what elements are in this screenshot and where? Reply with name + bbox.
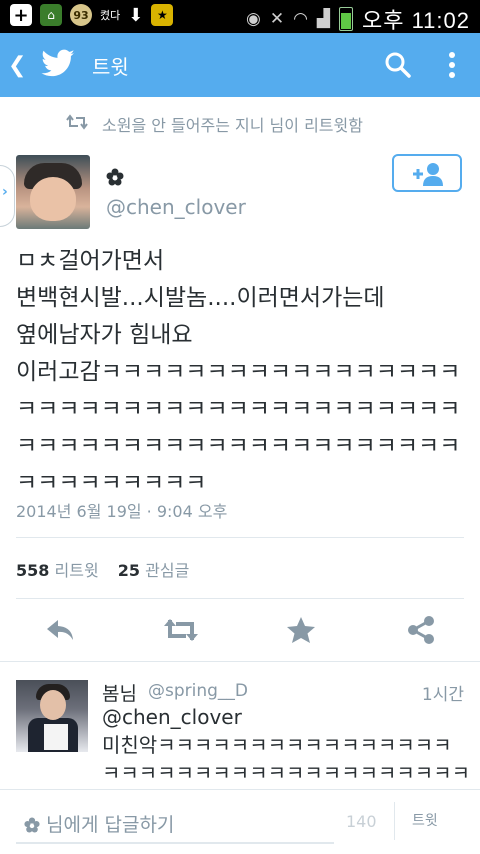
reply-compose-bar: 140 트윗 (0, 789, 480, 854)
retweet-count[interactable]: 558 (16, 561, 49, 580)
like-count-label[interactable]: 관심글 (145, 561, 189, 580)
reply-author-handle[interactable]: @spring__D (148, 681, 248, 701)
clock: 오후 11:02 (361, 8, 470, 33)
star-icon[interactable] (285, 616, 317, 644)
tweet-line: 옆에남자가 힘내요 (16, 322, 193, 348)
add-icon: + (10, 4, 32, 26)
status-text: 켰다 (100, 9, 121, 22)
tweet-line: ㅋㅋㅋㅋㅋㅋㅋㅋㅋㅋㅋㅋㅋㅋㅋㅋㅋㅋㅋㅋㅋ (16, 396, 461, 422)
tweet-line: ㅁㅊ걸어가면서 (16, 248, 165, 274)
app-bar-title: 트윗 (92, 55, 129, 79)
side-panel-tab[interactable]: › (0, 165, 15, 227)
retweet-count-label[interactable]: 리트윗 (55, 561, 99, 580)
avatar-paper (44, 724, 68, 750)
input-underline (16, 842, 334, 844)
tweet-stats: 558 리트윗 25 관심글 (16, 557, 189, 581)
app-icon: ★ (151, 4, 174, 26)
divider (394, 802, 395, 840)
follow-icon (413, 163, 443, 186)
divider (0, 661, 480, 662)
like-count[interactable]: 25 (118, 561, 140, 580)
reply-line: @chen_clover (102, 705, 242, 729)
notification-badge: 93 (70, 4, 92, 26)
retweet-icon (66, 114, 88, 130)
author-handle[interactable]: @chen_clover (106, 195, 246, 219)
search-icon[interactable] (384, 51, 412, 79)
tweet-timestamp: 2014년 6월 19일 · 9:04 오후 (16, 502, 228, 521)
app-bar: ❮ 트윗 (0, 33, 480, 97)
retweet-action-icon[interactable] (162, 616, 200, 644)
divider (16, 598, 464, 599)
flower-icon (24, 817, 40, 833)
reply-icon[interactable] (44, 616, 76, 644)
tweet-line: ㅋㅋㅋㅋㅋㅋㅋㅋㅋㅋㅋㅋㅋㅋㅋㅋㅋㅋㅋㅋㅋ (16, 433, 461, 459)
eye-icon: ◉ (245, 9, 261, 29)
back-icon[interactable]: ❮ (8, 53, 26, 78)
twitter-bird-icon[interactable] (40, 46, 76, 82)
reply-text: @chen_clover 미친악ㅋㅋㅋㅋㅋㅋㅋㅋㅋㅋㅋㅋㅋㅋㅋㅋ ㅋㅋㅋㅋㅋㅋㅋ… (102, 703, 472, 787)
download-icon: ⬇ (128, 4, 144, 26)
tweet-text: ㅁㅊ걸어가면서 변백현시발...시발놈....이러면서가는데 옆에남자가 힘내요… (16, 243, 468, 502)
follow-button[interactable] (392, 154, 462, 192)
reply-time: 1시간 (421, 685, 464, 705)
reply-avatar[interactable] (16, 680, 88, 752)
tweet-actions (0, 608, 480, 652)
battery-icon (338, 7, 353, 31)
flower-icon (106, 168, 124, 186)
reply-author-name[interactable]: 봄님 (102, 679, 137, 706)
wifi-icon: ◠ (293, 9, 308, 29)
more-icon[interactable] (448, 51, 456, 79)
avatar[interactable] (16, 155, 90, 229)
signal-icon: ▟ (316, 9, 330, 29)
reply-line: 미친악ㅋㅋㅋㅋㅋㅋㅋㅋㅋㅋㅋㅋㅋㅋㅋㅋ (102, 733, 452, 757)
avatar-face (30, 177, 76, 221)
character-count: 140 (346, 812, 377, 831)
status-left: + ⌂ 93 켰다 ⬇ ★ (10, 4, 174, 26)
tweet-line: ㅋㅋㅋㅋㅋㅋㅋㅋㅋ (16, 470, 207, 496)
reply-line: ㅋㅋㅋㅋㅋㅋㅋㅋㅋㅋㅋㅋㅋㅋㅋㅋㅋㅋㅋㅋ (102, 761, 470, 785)
retweet-notice-text: 소원을 안 들어주는 지니 님이 리트윗함 (102, 116, 363, 135)
status-right: ◉ ✕ ◠ ▟ 오후 11:02 (246, 3, 470, 35)
avatar-face (40, 690, 66, 720)
home-icon: ⌂ (40, 4, 62, 26)
retweet-notice: 소원을 안 들어주는 지니 님이 리트윗함 (0, 110, 480, 142)
mute-icon: ✕ (269, 9, 285, 29)
status-bar: + ⌂ 93 켰다 ⬇ ★ ◉ ✕ ◠ ▟ 오후 11:02 (0, 0, 480, 33)
tweet-button[interactable]: 트윗 (412, 810, 438, 830)
chevron-right-icon: › (2, 184, 8, 200)
share-icon[interactable] (405, 616, 437, 644)
tweet-line: 변백현시발...시발놈....이러면서가는데 (16, 285, 385, 311)
divider (16, 537, 464, 538)
reply-input[interactable] (46, 810, 326, 840)
tweet-line: 이러고감ㅋㅋㅋㅋㅋㅋㅋㅋㅋㅋㅋㅋㅋㅋㅋㅋㅋ (16, 359, 461, 385)
